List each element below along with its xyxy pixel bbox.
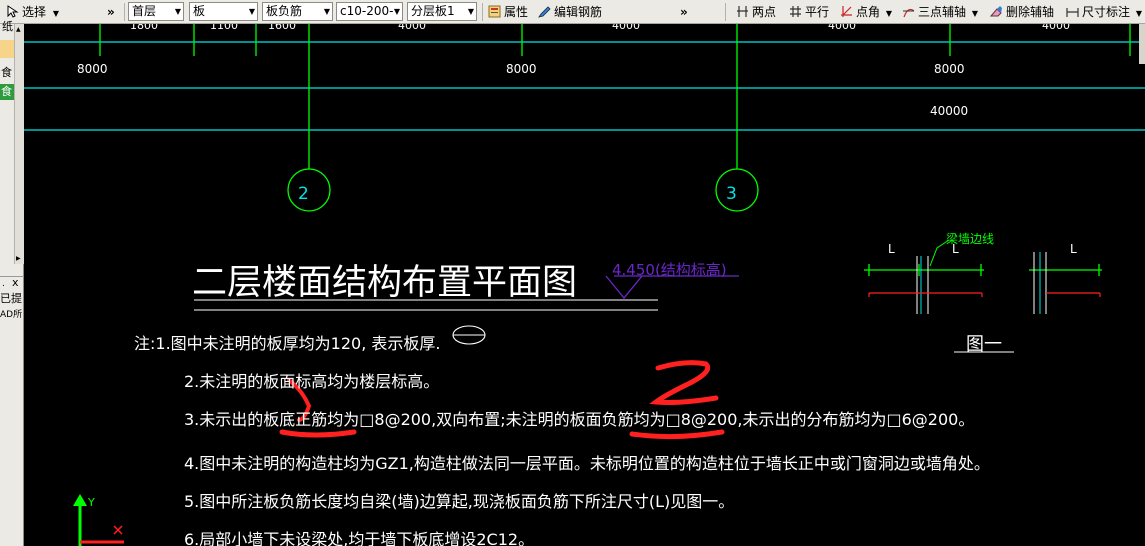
select-tool-button[interactable]: 选择 ▼ xyxy=(6,3,59,21)
detail-length-label: L xyxy=(888,242,895,256)
properties-button[interactable]: 属性 xyxy=(488,3,528,21)
chevron-down-icon[interactable]: ▼ xyxy=(972,9,978,18)
chevron-down-icon[interactable]: ▼ xyxy=(53,9,59,18)
subtype-select[interactable]: 板负筋 ▼ xyxy=(262,2,333,21)
two-points-button[interactable]: 两点 xyxy=(736,3,776,21)
canvas-scrollbar[interactable] xyxy=(1139,24,1145,64)
chevron-down-icon: ▼ xyxy=(174,7,181,16)
dimension-button[interactable]: 尺寸标注 ▼ xyxy=(1066,3,1142,21)
axis-label-2: 2 xyxy=(298,184,309,204)
cad-drawing-canvas[interactable]: 1800 1100 1600 4000 4000 4000 4000 8000 … xyxy=(24,24,1145,546)
parallel-icon xyxy=(789,5,802,18)
dimension-text: 4000 xyxy=(398,24,426,32)
point-angle-button[interactable]: 点角 ▼ xyxy=(840,3,892,21)
left-panel-status: AD所 xyxy=(0,310,23,320)
spec-select[interactable]: c10-200- ▼ xyxy=(336,2,403,21)
toolbar-overflow-button[interactable]: » xyxy=(680,3,688,21)
dimension-text: 1600 xyxy=(268,24,296,32)
component-select[interactable]: 板 ▼ xyxy=(189,2,258,21)
scroll-up-icon[interactable]: ▲ xyxy=(16,26,21,33)
toolbar-overflow-button[interactable]: » xyxy=(107,3,115,21)
toolbar-divider xyxy=(725,3,726,21)
two-points-icon xyxy=(736,5,749,18)
detail-length-label: L xyxy=(1070,242,1077,256)
dimension-text: 8000 xyxy=(934,62,965,76)
dimension-text: 1100 xyxy=(210,24,238,32)
chevron-down-icon: ▼ xyxy=(393,7,400,16)
main-toolbar: 选择 ▼ » 首层 ▼ 板 ▼ 板负筋 ▼ c10-200- ▼ 分层板1 ▼ 属性 编辑… xyxy=(0,0,1145,24)
detail-length-label: L xyxy=(952,242,959,256)
left-side-panel: 纸 食 食 ▲ ▶ . x 已提 AD所 xyxy=(0,20,24,546)
chevron-down-icon[interactable]: ▼ xyxy=(886,9,892,18)
left-panel-item-selected[interactable]: 食 xyxy=(0,84,14,100)
floor-select[interactable]: 首层 ▼ xyxy=(128,2,184,21)
dimension-text: 8000 xyxy=(77,62,108,76)
delete-axis-button[interactable]: 删除辅轴 xyxy=(989,3,1054,21)
cursor-arrow-icon xyxy=(6,5,19,18)
edit-pencil-icon xyxy=(538,5,551,18)
close-icon[interactable]: x xyxy=(12,276,19,290)
left-panel-scrollbar[interactable]: ▲ ▶ xyxy=(14,24,24,264)
edit-rebar-button[interactable]: 编辑钢筋 xyxy=(538,3,602,21)
toolbar-divider xyxy=(482,3,483,21)
ucs-y-label: Y xyxy=(88,496,95,509)
dimension-text: 8000 xyxy=(506,62,537,76)
chevron-down-icon: ▼ xyxy=(248,7,255,16)
drawing-title: 二层楼面结构布置平面图 xyxy=(192,263,578,303)
note-line-4: 4.图中未注明的构造柱均为GZ1,构造柱做法同一层平面。未标明位置的构造柱位于墙… xyxy=(184,454,990,473)
left-panel-header: . x xyxy=(0,276,24,291)
dimension-icon xyxy=(1066,5,1079,18)
left-panel-item[interactable]: 食 xyxy=(0,66,14,80)
scroll-right-icon[interactable]: ▶ xyxy=(16,255,21,262)
note-line-3: 3.未示出的板底正筋均为□8@200,双向布置;未注明的板面负筋均为□8@200… xyxy=(184,410,975,429)
plate-thickness-symbol xyxy=(452,325,486,345)
chevron-down-icon: ▼ xyxy=(467,7,474,16)
dimension-lines xyxy=(24,41,1145,131)
three-point-axis-icon xyxy=(902,5,915,18)
axis-label-3: 3 xyxy=(726,184,737,204)
note-line-5: 5.图中所注板负筋长度均自梁(墙)边算起,现浇板面负筋下所注尺寸(L)见图一。 xyxy=(184,492,735,511)
dimension-text: 4000 xyxy=(612,24,640,32)
note-line-1: 注:1.图中未注明的板厚均为120, 表示板厚. xyxy=(134,334,441,353)
eraser-icon xyxy=(989,5,1003,18)
left-panel-status: 已提 xyxy=(0,292,22,305)
ucs-coordinate-icon xyxy=(73,494,124,546)
left-panel-item-highlight[interactable] xyxy=(0,40,14,58)
layer-select[interactable]: 分层板1 ▼ xyxy=(407,2,477,21)
elevation-label: 4.450(结构标高) xyxy=(612,261,727,279)
dimension-text: 4000 xyxy=(1042,24,1070,32)
note-line-6: 6.局部小墙下未设梁处,均于墙下板底增设2C12。 xyxy=(184,530,535,546)
point-angle-icon xyxy=(840,5,853,18)
figure-one-label: 图一 xyxy=(966,334,1002,355)
toolbar-divider xyxy=(124,3,125,21)
three-point-axis-button[interactable]: 三点辅轴 ▼ xyxy=(902,3,978,21)
dimension-text: 4000 xyxy=(828,24,856,32)
properties-icon xyxy=(488,5,501,18)
chevron-down-icon: ▼ xyxy=(323,7,330,16)
grid-axis-lines xyxy=(287,24,759,212)
note-line-2: 2.未注明的板面标高均为楼层标高。 xyxy=(184,372,440,391)
parallel-button[interactable]: 平行 xyxy=(789,3,829,21)
dimension-text: 1800 xyxy=(130,24,158,32)
dimension-text: 40000 xyxy=(930,104,969,118)
chevron-down-icon[interactable]: ▼ xyxy=(1136,9,1142,18)
